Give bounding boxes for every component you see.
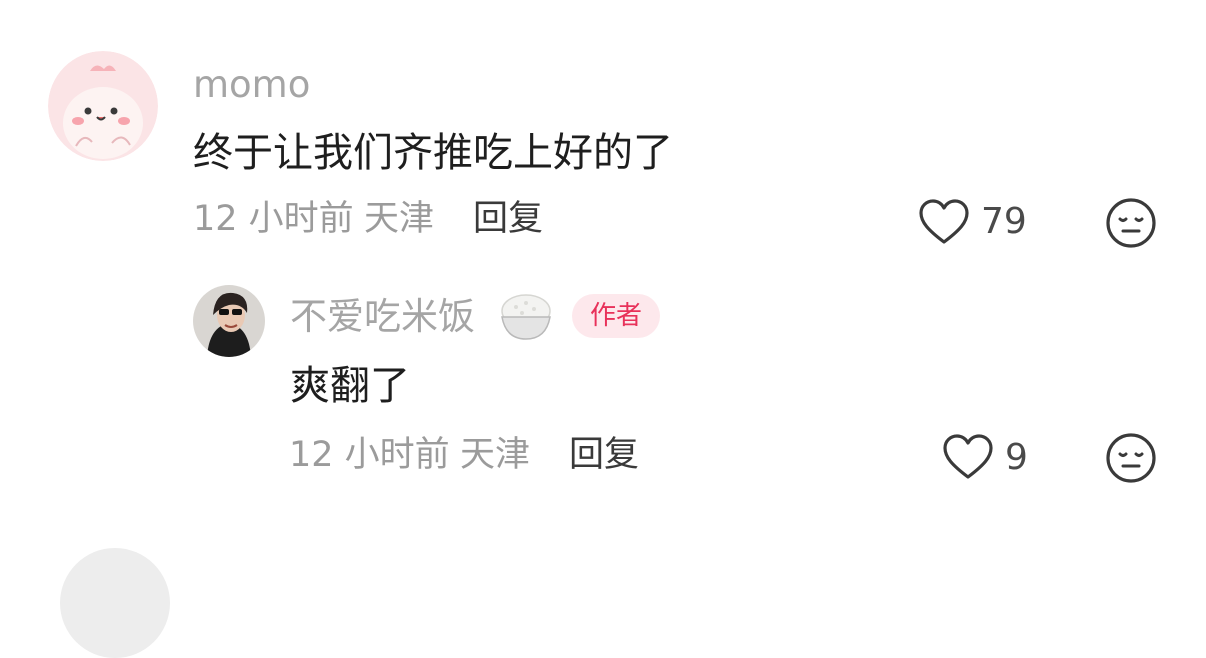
reply-button[interactable]: 回复	[473, 202, 543, 237]
comment-time: 12 小时前	[193, 199, 354, 239]
next-comment-avatar[interactable]	[60, 548, 170, 658]
reply-button[interactable]: 回复	[569, 438, 639, 473]
author-badge: 作者	[572, 294, 661, 338]
heart-icon[interactable]	[918, 198, 970, 250]
reply-text: 爽翻了	[290, 363, 410, 409]
meh-face-icon[interactable]	[1105, 197, 1157, 253]
like-count: 79	[981, 201, 1027, 242]
comment-location: 天津	[364, 199, 435, 239]
heart-icon[interactable]	[942, 433, 994, 485]
comment-text: 终于让我们齐推吃上好的了	[193, 130, 673, 176]
meh-face-icon[interactable]	[1105, 432, 1157, 488]
reply-time: 12 小时前	[289, 435, 450, 475]
comment-username[interactable]: momo	[193, 66, 310, 103]
avatar[interactable]	[48, 51, 158, 161]
pink-cartoon-avatar-icon	[48, 51, 158, 161]
reply-location: 天津	[460, 435, 531, 475]
like-count: 9	[1005, 437, 1028, 478]
avatar[interactable]	[193, 285, 265, 357]
rice-bowl-icon	[498, 291, 554, 347]
woman-sunglasses-photo-icon	[193, 285, 265, 357]
reply-username[interactable]: 不爱吃米饭	[290, 298, 475, 335]
